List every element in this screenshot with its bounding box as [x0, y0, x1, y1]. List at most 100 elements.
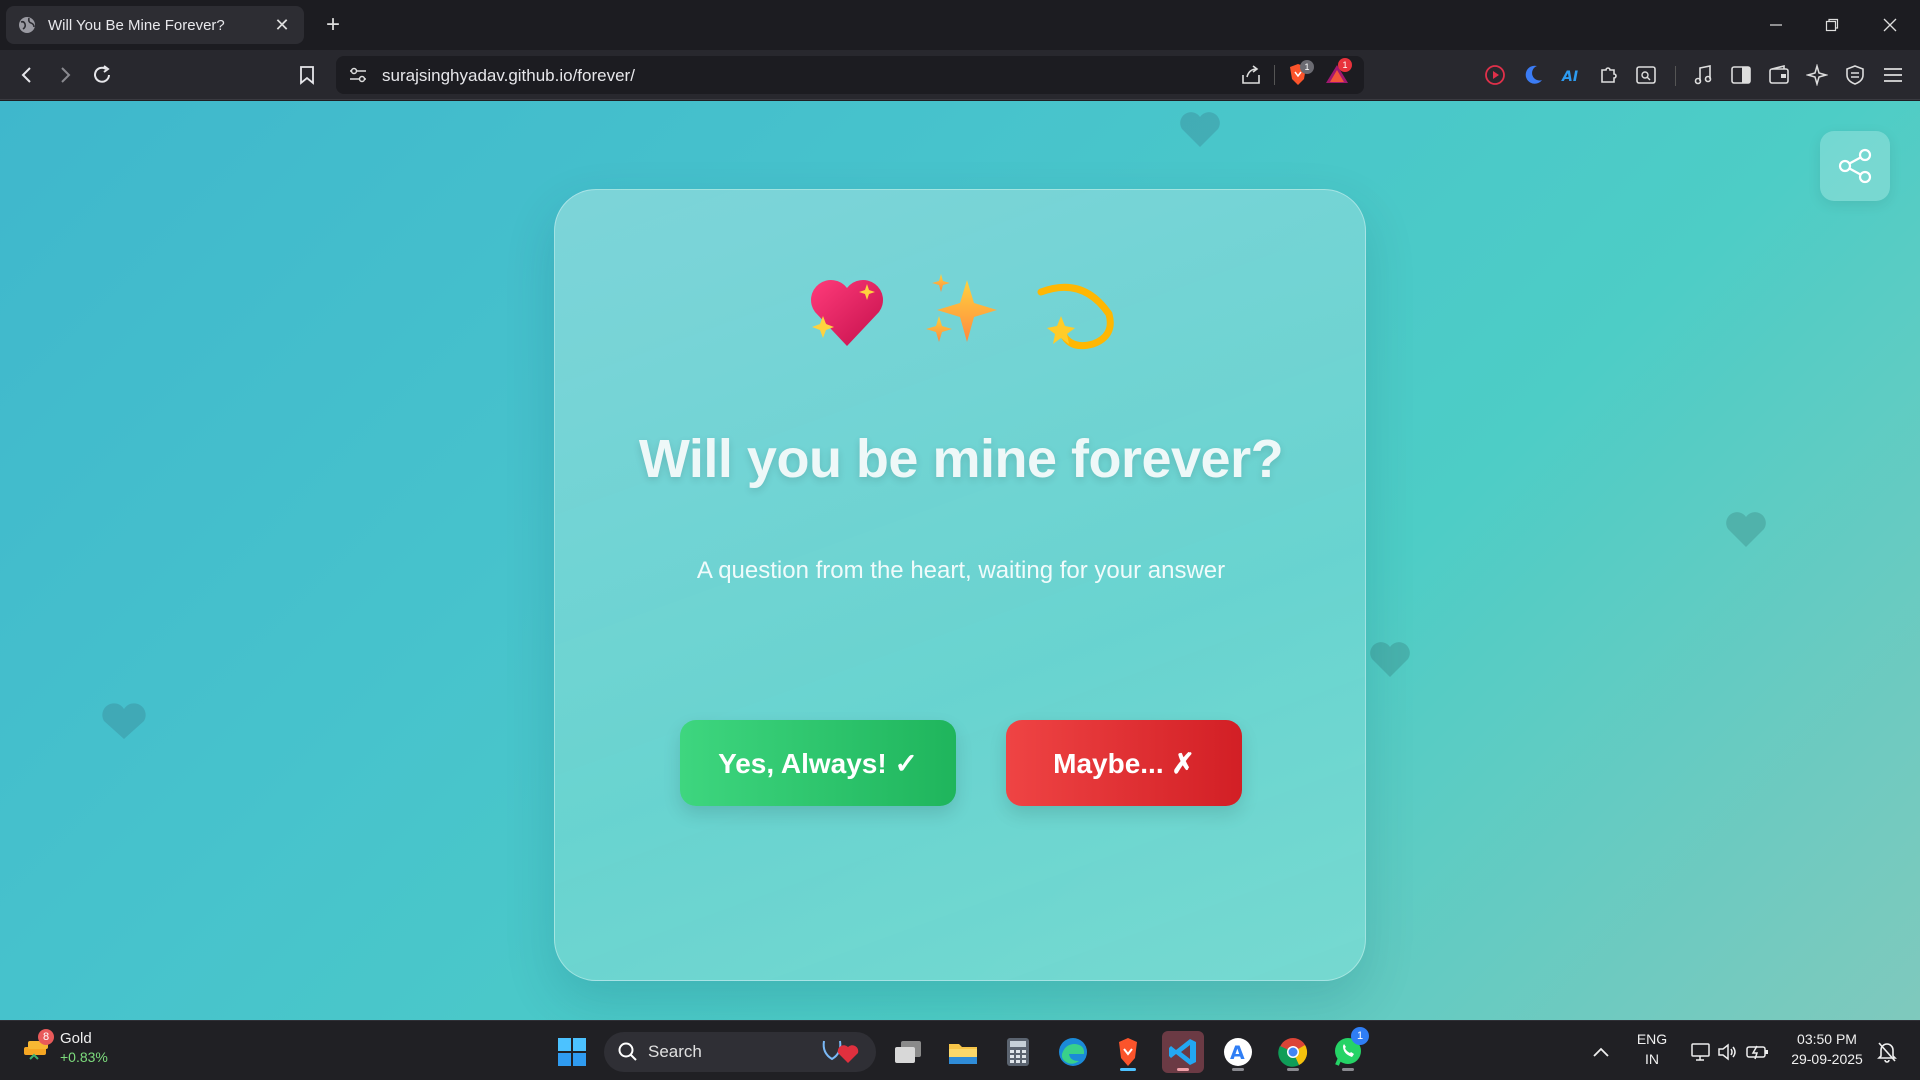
- globe-icon: [19, 17, 35, 33]
- network-monitor-icon: [1691, 1043, 1710, 1061]
- menu-button[interactable]: [1880, 62, 1906, 88]
- brave-running-indicator: [1120, 1068, 1136, 1071]
- media-button[interactable]: [1690, 62, 1716, 88]
- gold-widget-icon: 8: [22, 1029, 54, 1063]
- whatsapp-running-indicator: [1342, 1068, 1354, 1071]
- brave-icon: [1119, 1038, 1137, 1066]
- emoji-row: [555, 270, 1367, 354]
- extension-record-button[interactable]: [1482, 62, 1508, 88]
- bookmark-icon: [300, 66, 314, 85]
- tab-close-icon[interactable]: ✕: [272, 15, 292, 35]
- whatsapp-button[interactable]: 1: [1327, 1027, 1369, 1073]
- vscode-running-indicator: [1177, 1068, 1189, 1071]
- edge-button[interactable]: [1052, 1031, 1094, 1073]
- chrome-icon: [1278, 1038, 1308, 1067]
- bookmark-button[interactable]: [294, 62, 320, 88]
- calculator-icon: [1007, 1038, 1029, 1066]
- chevron-up-icon: [1593, 1047, 1609, 1057]
- leo-ai-button[interactable]: [1804, 62, 1830, 88]
- maybe-button[interactable]: Maybe... ✗: [1006, 720, 1242, 806]
- forward-button[interactable]: [52, 62, 78, 88]
- minimize-button[interactable]: [1748, 0, 1804, 50]
- extension-ai-button[interactable]: AI: [1558, 62, 1584, 88]
- widget-badge: 8: [38, 1029, 54, 1045]
- start-button[interactable]: [551, 1031, 593, 1073]
- task-view-button[interactable]: [887, 1031, 929, 1073]
- brave-button[interactable]: [1107, 1031, 1149, 1073]
- yes-always-button[interactable]: Yes, Always! ✓: [680, 720, 956, 806]
- windows-taskbar: 8 Gold +0.83% Search A 1 ENG IN 03:50 PM…: [0, 1020, 1920, 1080]
- widget-title: Gold: [60, 1030, 92, 1047]
- record-icon: [1485, 65, 1505, 85]
- battery-charging-icon: [1746, 1045, 1768, 1060]
- url-text: surajsinghyadav.github.io/forever/: [382, 66, 635, 85]
- sidebar-toggle-button[interactable]: [1728, 62, 1754, 88]
- puzzle-icon: [1601, 67, 1617, 83]
- app-store-button[interactable]: A: [1217, 1031, 1259, 1073]
- restore-button[interactable]: [1804, 0, 1860, 50]
- sidebar-icon: [1731, 66, 1751, 84]
- chrome-button[interactable]: [1272, 1031, 1314, 1073]
- page-viewport: Will you be mine forever? A question fro…: [0, 101, 1920, 1020]
- wallet-icon: [1769, 64, 1789, 84]
- floating-heart-icon: [1370, 642, 1410, 677]
- reload-button[interactable]: [89, 62, 115, 88]
- brave-rewards-button[interactable]: 1: [1324, 58, 1352, 88]
- taskbar-search[interactable]: Search: [604, 1032, 876, 1072]
- brave-shields-button[interactable]: 1: [1286, 60, 1314, 88]
- widget-value: +0.83%: [60, 1049, 108, 1065]
- wallet-button[interactable]: [1766, 62, 1792, 88]
- clock-time: 03:50 PM: [1797, 1031, 1857, 1047]
- forward-arrow-icon: [61, 67, 71, 83]
- file-explorer-button[interactable]: [942, 1031, 984, 1073]
- extensions-button[interactable]: [1596, 62, 1622, 88]
- app-a-icon: A: [1224, 1038, 1252, 1066]
- vscode-icon: [1169, 1039, 1196, 1065]
- close-icon: [1883, 18, 1897, 32]
- browser-toolbar: surajsinghyadav.github.io/forever/ 1 1 A…: [0, 50, 1920, 100]
- search-box-icon: [1636, 66, 1656, 84]
- search-placeholder: Search: [648, 1042, 702, 1061]
- rewards-badge: 1: [1338, 58, 1352, 72]
- task-view-icon: [895, 1041, 921, 1063]
- edge-icon: [1059, 1038, 1087, 1066]
- search-highlight-icon: [822, 1040, 859, 1063]
- close-window-button[interactable]: [1862, 0, 1918, 50]
- vscode-button[interactable]: [1162, 1031, 1204, 1073]
- notifications-button[interactable]: [1872, 1031, 1902, 1073]
- minimize-icon: [1770, 24, 1782, 26]
- vpn-button[interactable]: [1842, 62, 1868, 88]
- back-button[interactable]: [14, 62, 40, 88]
- show-hidden-icons-button[interactable]: [1581, 1031, 1621, 1073]
- tab-bar: Will You Be Mine Forever? ✕ +: [0, 0, 1920, 50]
- language-region: IN: [1645, 1051, 1659, 1067]
- address-bar[interactable]: surajsinghyadav.github.io/forever/ 1 1: [336, 56, 1364, 94]
- search-icon: [618, 1042, 637, 1061]
- question-card: Will you be mine forever? A question fro…: [554, 189, 1366, 981]
- sparkle-star-icon: [1806, 64, 1828, 86]
- chrome-running-indicator: [1287, 1068, 1299, 1071]
- music-note-icon: [1694, 65, 1712, 85]
- svg-text:AI: AI: [1561, 69, 1578, 85]
- shield-icon: [1846, 65, 1864, 85]
- clock[interactable]: 03:50 PM 29-09-2025: [1784, 1029, 1870, 1069]
- new-tab-button[interactable]: +: [320, 12, 346, 38]
- share-page-icon[interactable]: [1240, 65, 1262, 85]
- moon-icon: [1525, 65, 1542, 84]
- language-indicator[interactable]: ENG IN: [1624, 1029, 1680, 1069]
- extension-dark-mode-button[interactable]: [1520, 62, 1546, 88]
- calculator-button[interactable]: [997, 1031, 1039, 1073]
- page-subtitle: A question from the heart, waiting for y…: [696, 557, 1226, 584]
- site-settings-icon[interactable]: [348, 66, 368, 84]
- floating-heart-icon: [102, 703, 146, 739]
- share-button[interactable]: [1820, 131, 1890, 201]
- battery-button[interactable]: [1740, 1031, 1776, 1073]
- find-in-page-button[interactable]: [1633, 62, 1659, 88]
- reload-icon: [94, 65, 110, 83]
- folder-icon: [949, 1044, 977, 1064]
- tab-active[interactable]: Will You Be Mine Forever? ✕: [6, 6, 304, 44]
- clock-date: 29-09-2025: [1791, 1051, 1863, 1067]
- back-arrow-icon: [21, 67, 31, 83]
- widgets-button[interactable]: 8 Gold +0.83%: [22, 1029, 108, 1067]
- restore-icon: [1825, 18, 1839, 32]
